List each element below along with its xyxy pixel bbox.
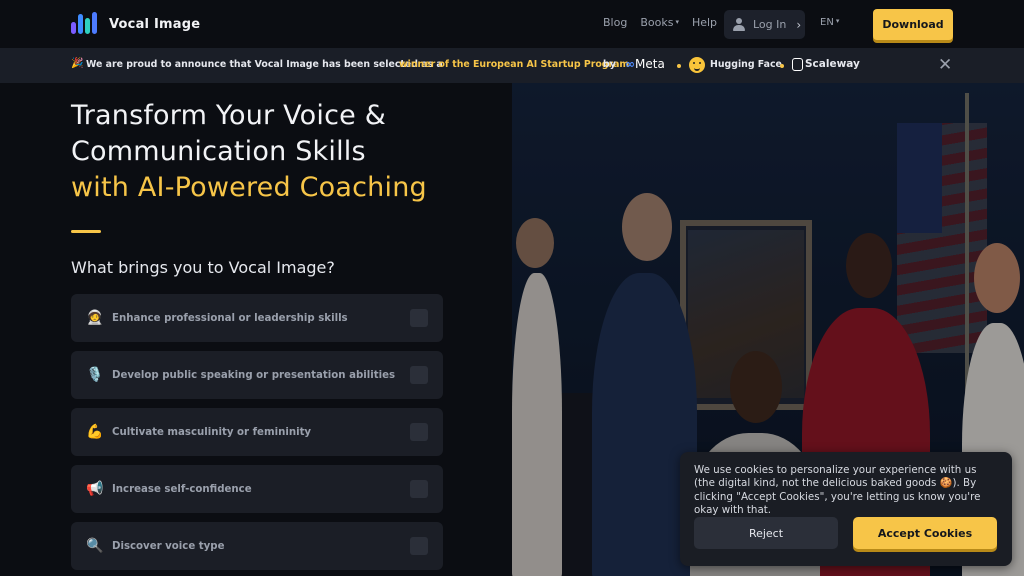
chevron-down-icon: ▾: [675, 18, 679, 26]
scaleway-icon: [792, 58, 803, 71]
login-label: Log In: [753, 18, 787, 31]
option-checkbox[interactable]: [410, 480, 428, 498]
close-icon[interactable]: ✕: [938, 55, 952, 75]
logo[interactable]: Vocal Image: [71, 12, 200, 36]
option-professional-skills[interactable]: 🧑‍🚀 Enhance professional or leadership s…: [71, 294, 443, 342]
option-label: Enhance professional or leadership skill…: [112, 312, 348, 324]
meta-logo: ∞Meta: [625, 57, 665, 71]
banner-text: We are proud to announce that Vocal Imag…: [86, 59, 443, 70]
chevron-down-icon: ▾: [835, 17, 840, 25]
hugging-face-icon: [689, 57, 705, 73]
user-icon: [733, 18, 745, 31]
download-button[interactable]: Download: [873, 9, 953, 40]
nav-link-blog[interactable]: Blog: [603, 16, 627, 29]
flexed-biceps-icon: 💪: [86, 424, 104, 440]
meta-label: Meta: [635, 57, 665, 71]
title-line-1: Transform Your Voice &: [71, 100, 386, 131]
microphone-icon: 🎙️: [86, 367, 104, 383]
option-checkbox[interactable]: [410, 309, 428, 327]
megaphone-icon: 📢: [86, 481, 104, 497]
option-self-confidence[interactable]: 📢 Increase self-confidence: [71, 465, 443, 513]
option-label: Cultivate masculinity or femininity: [112, 426, 312, 438]
option-label: Increase self-confidence: [112, 483, 252, 495]
magnifier-icon: 🔍: [86, 538, 104, 554]
question-heading: What brings you to Vocal Image?: [71, 258, 335, 277]
option-label: Develop public speaking or presentation …: [112, 369, 396, 381]
option-checkbox[interactable]: [410, 537, 428, 555]
chevron-right-icon: ›: [796, 17, 802, 32]
separator-dot: [780, 64, 784, 68]
party-icon: 🎉: [71, 58, 84, 69]
login-button[interactable]: Log In ›: [724, 10, 805, 39]
nav-link-help[interactable]: Help: [692, 16, 717, 29]
cookie-banner: We use cookies to personalize your exper…: [680, 452, 1012, 566]
language-label: EN: [820, 17, 834, 28]
announcement-banner: 🎉 We are proud to announce that Vocal Im…: [0, 48, 1024, 83]
separator-dot: [677, 64, 681, 68]
page-title: Transform Your Voice & Communication Ski…: [71, 98, 427, 206]
title-divider: [71, 230, 101, 233]
option-label: Discover voice type: [112, 540, 225, 552]
option-checkbox[interactable]: [410, 423, 428, 441]
cookie-text: We use cookies to personalize your exper…: [694, 464, 981, 517]
banner-by: by: [603, 59, 616, 70]
top-nav: Vocal Image Blog Books ▾ Help Log In › EN…: [0, 0, 1024, 48]
option-public-speaking[interactable]: 🎙️ Develop public speaking or presentati…: [71, 351, 443, 399]
nav-link-books[interactable]: Books ▾: [640, 16, 679, 29]
reject-cookies-button[interactable]: Reject: [694, 517, 838, 549]
scaleway-label: Scaleway: [805, 58, 860, 70]
banner-highlight-link[interactable]: winner of the European AI Startup Progra…: [399, 59, 629, 70]
hugging-face-label: Hugging Face: [710, 59, 782, 70]
astronaut-icon: 🧑‍🚀: [86, 310, 104, 326]
nav-links: Blog Books ▾ Help: [603, 16, 717, 29]
accept-cookies-button[interactable]: Accept Cookies: [853, 517, 997, 549]
option-voice-type[interactable]: 🔍 Discover voice type: [71, 522, 443, 570]
logo-text: Vocal Image: [109, 16, 201, 32]
logo-icon: [71, 12, 101, 36]
option-masculinity-femininity[interactable]: 💪 Cultivate masculinity or femininity: [71, 408, 443, 456]
language-selector[interactable]: EN ▾: [820, 17, 839, 28]
title-line-3: with AI-Powered Coaching: [71, 172, 427, 203]
option-checkbox[interactable]: [410, 366, 428, 384]
nav-link-books-label: Books: [640, 16, 674, 29]
title-line-2: Communication Skills: [71, 136, 366, 167]
